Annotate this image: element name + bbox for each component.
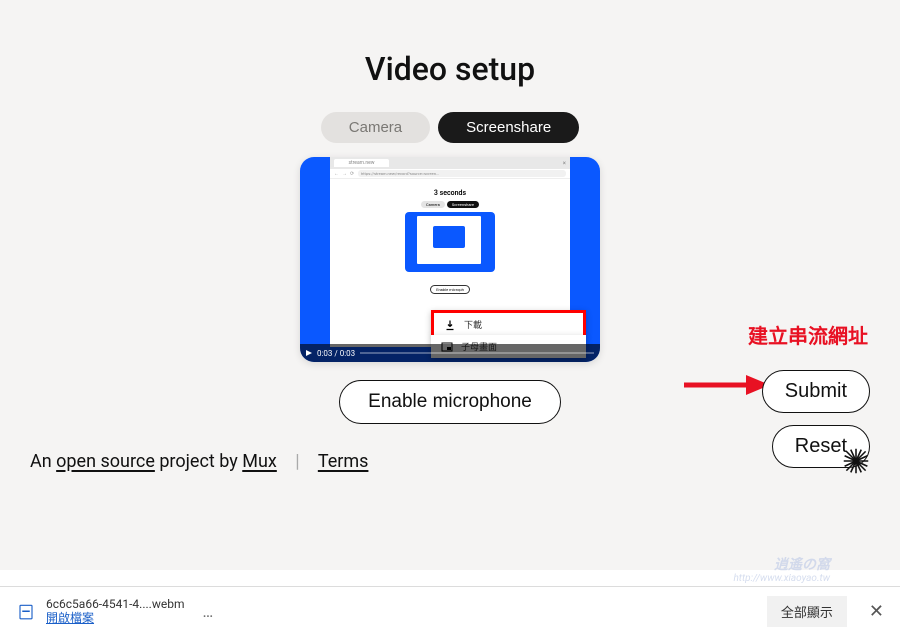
inner-tab-screenshare: Screenshare [447,201,479,208]
video-time: 0:03 / 0:03 [317,349,355,358]
download-item[interactable]: 6c6c5a66-4541-4....webm 開啟檔案 [16,598,184,626]
play-icon[interactable] [306,350,312,356]
tab-screenshare[interactable]: Screenshare [438,112,579,143]
submit-button[interactable]: Submit [762,370,870,413]
download-bar: 6c6c5a66-4541-4....webm 開啟檔案 … 全部顯示 ✕ [0,586,900,636]
annotation-text: 建立串流網址 [748,320,868,349]
video-preview[interactable]: stream.new × ←→⟳ https://stream.new/reco… [300,157,600,362]
ctx-download-label: 下載 [464,318,482,331]
tab-camera[interactable]: Camera [321,112,430,143]
file-icon [16,602,36,622]
enable-microphone-button[interactable]: Enable microphone [339,380,561,424]
inner-countdown: 3 seconds [330,189,570,197]
browser-url-bar: https://stream.new/record?source=screen.… [358,170,566,177]
main-area: Video setup Camera Screenshare stream.ne… [0,0,900,570]
download-more-icon[interactable]: … [202,602,215,621]
footer-text: An open source project by Mux | Terms [30,451,368,472]
inner-enable-mic: Enable microph [430,285,470,294]
progress-bar[interactable] [360,352,594,354]
browser-tab-chip: stream.new [334,159,389,167]
download-icon [444,319,456,331]
browser-tab-close: × [563,160,566,167]
mux-link[interactable]: Mux [242,451,277,472]
context-menu-download[interactable]: 下載 [431,310,586,336]
download-open-link[interactable]: 開啟檔案 [46,612,184,626]
video-controls[interactable]: 0:03 / 0:03 [300,344,600,362]
download-filename: 6c6c5a66-4541-4....webm [46,598,184,612]
close-download-bar-icon[interactable]: ✕ [869,601,884,622]
page-title: Video setup [0,50,900,88]
annotation-arrow-icon [680,370,770,400]
tab-group: Camera Screenshare [0,112,900,143]
footer: An open source project by Mux | Terms [0,447,900,475]
inner-preview [405,212,495,272]
show-all-downloads-button[interactable]: 全部顯示 [767,596,847,627]
footer-separator: | [295,451,299,472]
inner-tab-camera: Camera [421,201,445,208]
starburst-icon [842,447,870,475]
open-source-link[interactable]: open source [56,451,155,472]
terms-link[interactable]: Terms [318,451,369,472]
